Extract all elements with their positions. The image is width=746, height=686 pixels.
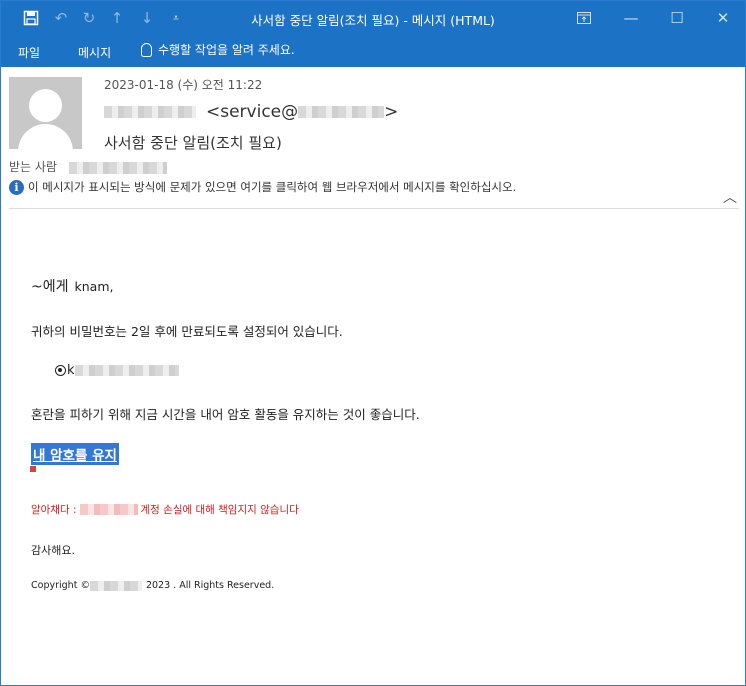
tab-message[interactable]: 메시지 bbox=[78, 44, 111, 61]
redacted-domain bbox=[79, 504, 138, 515]
redacted-account bbox=[74, 365, 179, 376]
warning-suffix: 계정 손실에 대해 책임지지 않습니다 bbox=[140, 504, 299, 516]
sender-avatar bbox=[9, 77, 82, 149]
account-line: k bbox=[55, 363, 179, 378]
recommendation-text: 혼란을 피하기 위해 지금 시간을 내어 암호 활동을 유지하는 것이 좋습니다… bbox=[31, 407, 420, 422]
ribbon-display-options-icon[interactable] bbox=[573, 7, 595, 29]
bullet-radio-icon bbox=[55, 365, 66, 376]
info-bar-text: 이 메시지가 표시되는 방식에 문제가 있으면 여기를 클릭하여 웹 브라우저에… bbox=[28, 180, 517, 194]
thanks-text: 감사해요. bbox=[31, 544, 75, 557]
title-bar: ↶ ↻ ↑ ↓ ⩡ 사서함 중단 알림(조치 필요) - 메시지 (HTML) … bbox=[1, 1, 745, 36]
keep-password-link[interactable]: 내 암호를 유지 bbox=[31, 443, 119, 465]
to-line: 받는 사람 bbox=[9, 158, 167, 175]
minimize-icon[interactable]: — bbox=[620, 7, 642, 29]
collapse-header-icon[interactable]: ︿ bbox=[723, 187, 737, 207]
tab-file[interactable]: 파일 bbox=[18, 44, 40, 61]
info-icon: i bbox=[9, 179, 24, 195]
redacted-company bbox=[89, 580, 142, 591]
copyright-suffix: 2023 . All Rights Reserved. bbox=[145, 580, 275, 591]
ribbon-tabs: 파일 메시지 수행할 작업을 알려 주세요. bbox=[1, 36, 745, 67]
lightbulb-icon bbox=[141, 42, 152, 57]
copyright-prefix: Copyright © bbox=[31, 580, 90, 591]
warning-prefix: 알아채다 : bbox=[31, 504, 77, 516]
header-divider bbox=[9, 208, 739, 209]
sent-date: 2023-01-18 (수) 오전 11:22 bbox=[104, 78, 263, 92]
tell-me-search[interactable]: 수행할 작업을 알려 주세요. bbox=[141, 41, 295, 58]
warning-line: 알아채다 : 계정 손실에 대해 책임지지 않습니다 bbox=[31, 502, 299, 517]
tell-me-text: 수행할 작업을 알려 주세요. bbox=[158, 43, 295, 57]
redacted-recipient bbox=[68, 161, 167, 174]
sender-address-suffix: > bbox=[384, 102, 399, 122]
maximize-icon[interactable]: ☐ bbox=[666, 7, 688, 29]
sender-line[interactable]: <service@ > bbox=[104, 102, 398, 122]
outlook-message-window: ↶ ↻ ↑ ↓ ⩡ 사서함 중단 알림(조치 필요) - 메시지 (HTML) … bbox=[0, 0, 746, 686]
account-prefix: k bbox=[67, 363, 75, 378]
info-bar[interactable]: i 이 메시지가 표시되는 방식에 문제가 있으면 여기를 클릭하여 웹 브라우… bbox=[9, 179, 516, 195]
message-subject: 사서함 중단 알림(조치 필요) bbox=[104, 134, 282, 152]
sender-address-prefix: <service@ bbox=[206, 102, 299, 122]
recipient-name: knam, bbox=[74, 279, 114, 294]
redacted-sender-name bbox=[104, 106, 196, 118]
greeting: ~에게 knam, bbox=[31, 276, 113, 296]
copyright-line: Copyright © 2023 . All Rights Reserved. bbox=[31, 580, 274, 591]
to-label: 받는 사람 bbox=[9, 160, 57, 174]
redacted-sender-domain bbox=[298, 106, 385, 118]
close-icon[interactable]: ✕ bbox=[712, 7, 734, 29]
greeting-word: ~에게 bbox=[31, 279, 69, 295]
expiry-notice: 귀하의 비밀번호는 2일 후에 만료되도록 설정되어 있습니다. bbox=[31, 324, 343, 339]
red-marker bbox=[30, 466, 36, 472]
